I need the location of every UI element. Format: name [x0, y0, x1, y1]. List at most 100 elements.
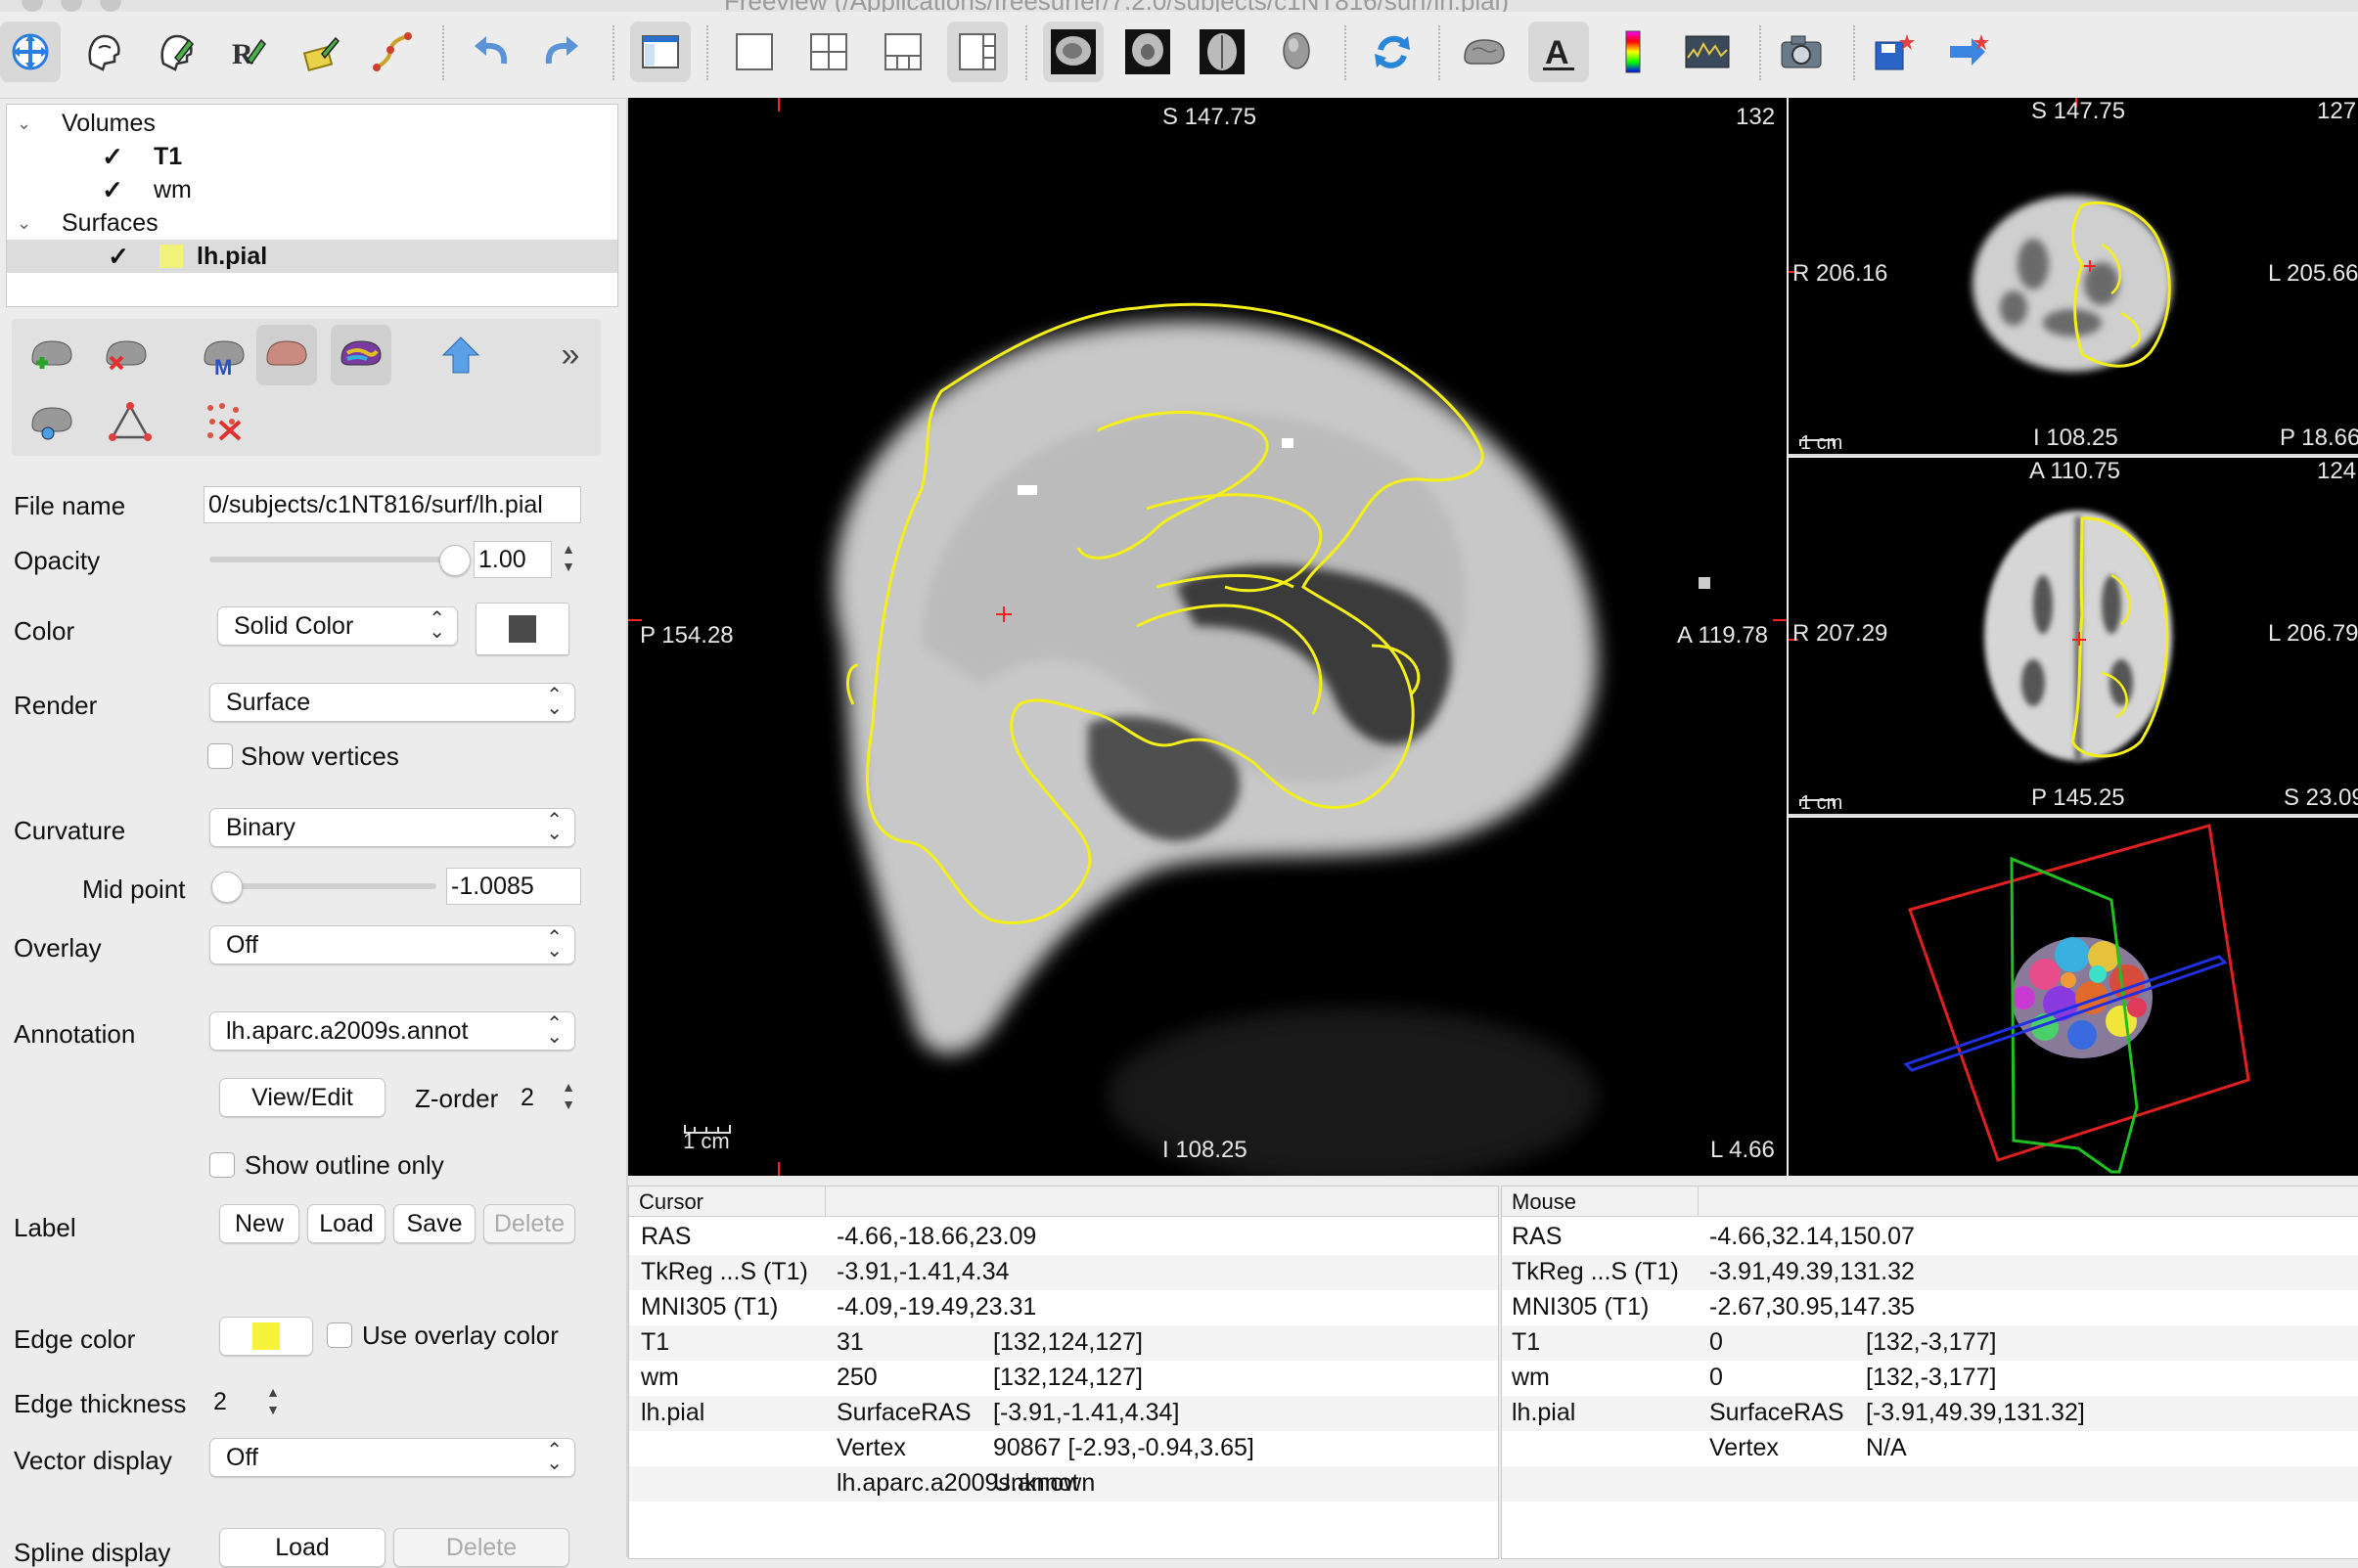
render-value: Surface: [226, 688, 311, 716]
coronal-view[interactable]: S 147.75 127 R 206.16 L 205.66 I 108.25 …: [1789, 98, 2358, 456]
close-window-button[interactable]: [22, 0, 43, 12]
show-surface-button[interactable]: [1454, 22, 1515, 82]
surface-main-icon: M: [204, 340, 245, 377]
toggle-control-panel-button[interactable]: [630, 22, 691, 82]
render-select[interactable]: Surface ⌃ ⌄: [209, 683, 575, 722]
info-row: lh.pial SurfaceRAS [-3.91,49.39,131.32]: [1502, 1396, 2358, 1431]
view-edit-button[interactable]: View/Edit: [219, 1078, 385, 1117]
axial-view-button[interactable]: [1192, 22, 1252, 82]
point-set-edit-tool-button[interactable]: [290, 22, 350, 82]
goto-point-button[interactable]: [1939, 22, 2000, 82]
surface-inflated-button[interactable]: [256, 325, 317, 385]
edge-color-label: Edge color: [14, 1324, 136, 1354]
surface-path-button[interactable]: [22, 391, 82, 452]
remove-surface-icon: [106, 340, 147, 371]
3d-view[interactable]: [1789, 818, 2358, 1176]
info-cell-v2: [-3.91,49.39,131.32]: [1866, 1399, 2085, 1426]
undo-button[interactable]: [460, 22, 521, 82]
overlay-select[interactable]: Off ⌃ ⌄: [209, 925, 575, 964]
label-new-button[interactable]: New: [219, 1204, 299, 1243]
voxel-edit-icon: [160, 34, 194, 71]
midpoint-slider-track[interactable]: [211, 883, 436, 889]
zorder-stepper[interactable]: ▲ ▼: [558, 1078, 579, 1117]
zorder-field[interactable]: 2: [517, 1079, 554, 1116]
triangle-path-icon: [109, 402, 152, 441]
move-up-button[interactable]: [431, 325, 491, 385]
label-load-button[interactable]: Load: [307, 1204, 385, 1243]
show-text-annotation-button[interactable]: A: [1528, 22, 1589, 82]
coronal-view-button[interactable]: [1117, 22, 1178, 82]
info-cell-label: MNI305 (T1): [641, 1293, 779, 1321]
chevron-down-icon[interactable]: ⌄: [17, 213, 46, 234]
label-save-button[interactable]: Save: [393, 1204, 476, 1243]
cursor-info-title: Cursor: [639, 1189, 704, 1214]
minimize-window-button[interactable]: [61, 0, 82, 12]
label-delete-button[interactable]: Delete: [483, 1204, 575, 1243]
info-row: MNI305 (T1) -2.67,30.95,147.35: [1502, 1290, 2358, 1325]
more-tools-button[interactable]: »: [540, 325, 601, 385]
layer-item-t1[interactable]: ✓ T1: [101, 140, 182, 173]
save-screenshot-button[interactable]: [1771, 22, 1832, 82]
midpoint-slider-handle[interactable]: [211, 872, 243, 903]
3d-view-button[interactable]: [1266, 22, 1327, 82]
surface-main-button[interactable]: M: [194, 325, 254, 385]
layer-item-wm[interactable]: ✓ wm: [101, 173, 192, 206]
check-icon[interactable]: ✓: [101, 142, 124, 171]
spline-delete-button[interactable]: Delete: [393, 1528, 569, 1567]
save-point-icon: [1875, 34, 1915, 70]
surface-annotation-button[interactable]: [331, 325, 391, 385]
main-view-right-coordinate: A 119.78: [1677, 622, 1768, 649]
opacity-field[interactable]: 1.00: [474, 541, 552, 578]
show-outline-checkbox[interactable]: [209, 1152, 235, 1178]
sagittal-view-button[interactable]: [1043, 22, 1104, 82]
volumes-group[interactable]: ⌄ Volumes: [17, 107, 156, 140]
navigate-tool-button[interactable]: [0, 22, 61, 82]
curvature-value: Binary: [226, 813, 295, 841]
cut-plane-button[interactable]: [100, 391, 160, 452]
check-icon[interactable]: ✓: [101, 175, 124, 204]
load-surface-button[interactable]: [22, 325, 82, 385]
zoom-window-button[interactable]: [100, 0, 121, 12]
main-view-sagittal[interactable]: S 147.75 132 P 154.28 A 119.78 I 108.25 …: [628, 98, 1787, 1176]
layout-1-3-side-button[interactable]: [947, 22, 1008, 82]
check-icon[interactable]: ✓: [107, 242, 130, 271]
recon-edit-tool-button[interactable]: [72, 22, 133, 82]
reset-view-button[interactable]: [1362, 22, 1423, 82]
opacity-stepper[interactable]: ▲ ▼: [558, 540, 579, 579]
file-name-field[interactable]: 0/subjects/c1NT816/surf/lh.pial: [204, 486, 581, 523]
color-mode-select[interactable]: Solid Color ⌃ ⌄: [217, 606, 458, 646]
show-colorbar-button[interactable]: [1603, 22, 1663, 82]
show-histogram-button[interactable]: [1677, 22, 1738, 82]
axial-view-scale-label: 1 cm: [1800, 792, 1843, 814]
annotation-select[interactable]: lh.aparc.a2009s.annot ⌃ ⌄: [209, 1011, 575, 1051]
surfaces-group[interactable]: ⌄ Surfaces: [17, 206, 159, 240]
layout-2x2-button[interactable]: [798, 22, 859, 82]
roi-edit-tool-button[interactable]: R: [217, 22, 278, 82]
save-point-button[interactable]: [1865, 22, 1926, 82]
close-surface-button[interactable]: [96, 325, 157, 385]
curvature-select[interactable]: Binary ⌃ ⌄: [209, 808, 575, 847]
midpoint-field[interactable]: -1.0085: [446, 868, 581, 905]
layer-item-lh-pial[interactable]: ✓ lh.pial: [7, 240, 617, 273]
clear-marks-button[interactable]: [194, 391, 254, 452]
layout-1-3-button[interactable]: [873, 22, 933, 82]
use-overlay-color-checkbox[interactable]: [327, 1322, 352, 1348]
axial-view-bottom-coordinate: P 145.25: [2031, 784, 2125, 811]
opacity-slider-track[interactable]: [209, 557, 454, 562]
vector-display-select[interactable]: Off ⌃ ⌄: [209, 1438, 575, 1477]
opacity-slider-handle[interactable]: [439, 545, 471, 576]
edge-thickness-stepper[interactable]: ▲ ▼: [262, 1383, 284, 1422]
edge-thickness-field[interactable]: 2: [209, 1383, 249, 1420]
updown-chevron-icon: ⌃ ⌄: [546, 685, 563, 719]
edge-color-button[interactable]: [219, 1317, 313, 1356]
chevron-down-icon[interactable]: ⌄: [17, 113, 46, 134]
surface-color-button[interactable]: [476, 603, 569, 655]
show-vertices-checkbox[interactable]: [207, 743, 233, 769]
axial-view[interactable]: A 110.75 124 R 207.29 L 206.79 P 145.25 …: [1789, 458, 2358, 816]
redo-button[interactable]: [532, 22, 593, 82]
layout-1x1-button[interactable]: [724, 22, 785, 82]
info-cell-label: T1: [641, 1328, 670, 1356]
voxel-edit-tool-button[interactable]: [145, 22, 205, 82]
spline-load-button[interactable]: Load: [219, 1528, 385, 1567]
contour-tool-button[interactable]: [362, 22, 423, 82]
